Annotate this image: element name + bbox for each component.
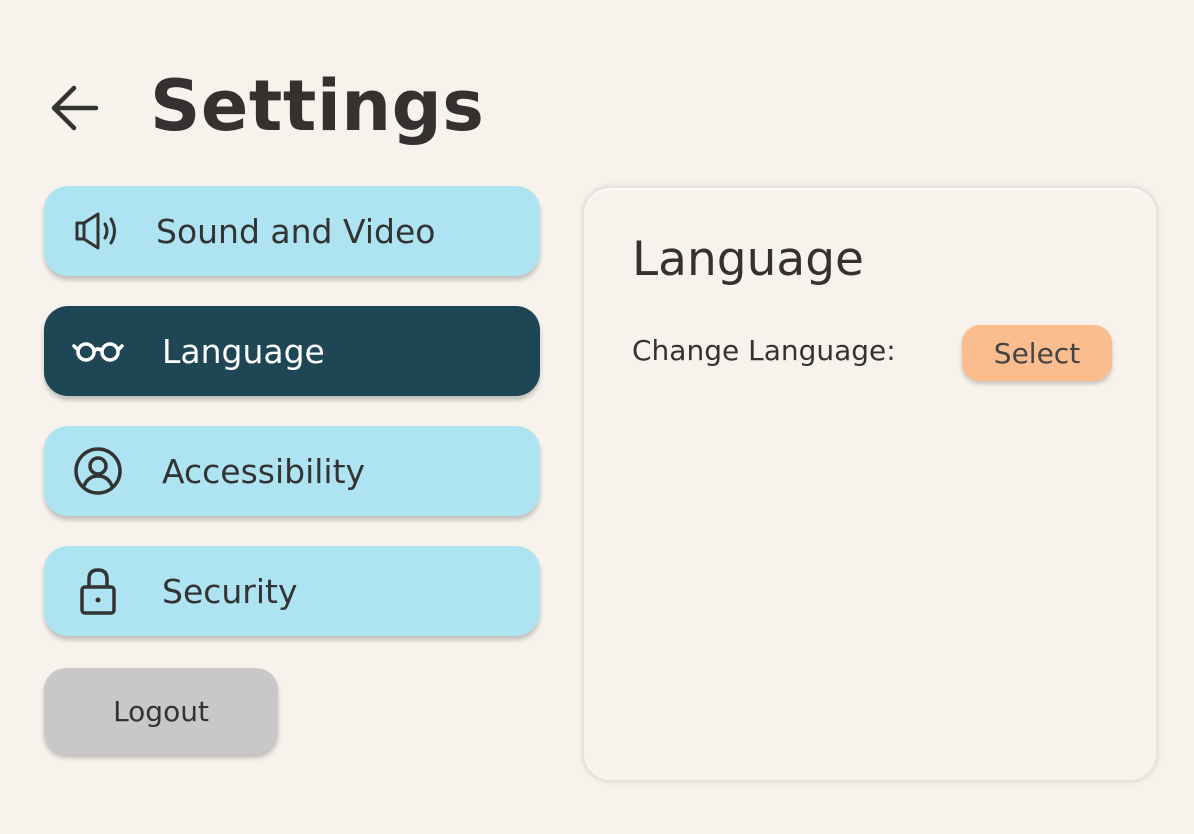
sidebar-item-accessibility[interactable]: Accessibility bbox=[44, 426, 540, 516]
lock-icon bbox=[72, 565, 124, 617]
language-panel: Language Change Language: Select bbox=[582, 186, 1158, 782]
change-language-label: Change Language: bbox=[632, 334, 896, 367]
sidebar-item-label: Language bbox=[162, 331, 325, 371]
page-title: Settings bbox=[150, 65, 485, 147]
sidebar-item-sound-and-video[interactable]: Sound and Video bbox=[44, 186, 540, 276]
sidebar-item-label: Sound and Video bbox=[156, 211, 436, 251]
glasses-icon bbox=[72, 325, 124, 377]
panel-title: Language bbox=[632, 232, 864, 287]
speaker-icon bbox=[72, 205, 124, 257]
select-language-button[interactable]: Select bbox=[962, 325, 1112, 381]
sidebar-item-label: Accessibility bbox=[162, 451, 366, 491]
sidebar-item-label: Security bbox=[162, 571, 298, 611]
user-circle-icon bbox=[72, 445, 124, 497]
settings-sidebar: Sound and Video Language Accessibility S… bbox=[44, 186, 540, 666]
sidebar-item-security[interactable]: Security bbox=[44, 546, 540, 636]
sidebar-item-language[interactable]: Language bbox=[44, 306, 540, 396]
logout-button[interactable]: Logout bbox=[44, 668, 278, 754]
arrow-left-icon bbox=[51, 85, 99, 131]
back-button[interactable] bbox=[44, 76, 108, 140]
